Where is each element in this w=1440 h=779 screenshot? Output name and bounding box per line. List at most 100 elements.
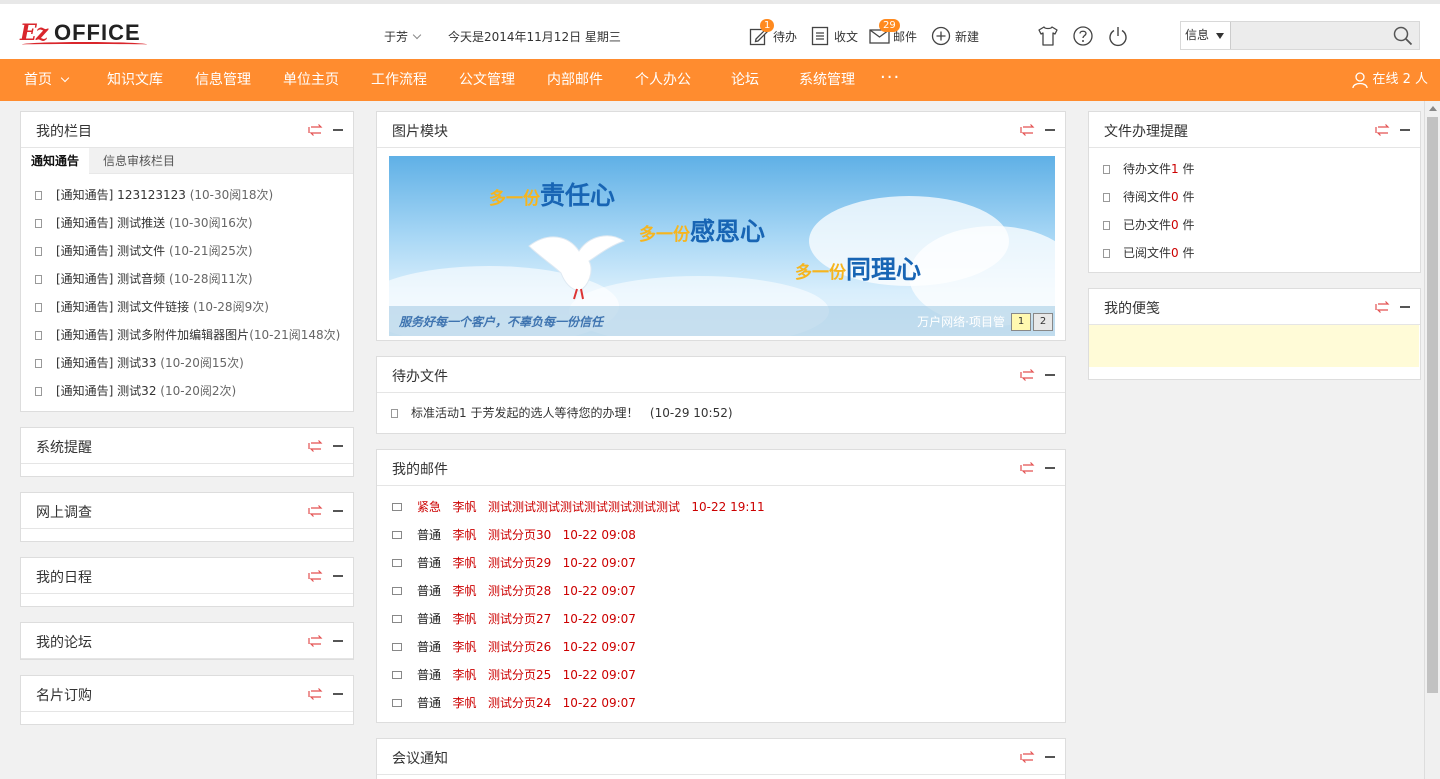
list-item[interactable]: [通知通告] 测试多附件加编辑器图片(10-21阅148次) [21, 321, 353, 349]
banner-big-text: 同理心 [846, 255, 922, 284]
refresh-icon[interactable] [307, 635, 325, 647]
banner-page-2[interactable]: 2 [1033, 313, 1053, 331]
mail-time: 10-22 09:08 [562, 528, 636, 542]
nav-item-home[interactable]: 首页 [24, 59, 70, 101]
mail-time: 10-22 09:07 [562, 556, 636, 570]
minimize-icon[interactable] [333, 640, 343, 642]
nav-more-button[interactable]: ··· [880, 59, 900, 97]
mail-row[interactable]: 普通 李帆 测试分页27 10-22 09:07 [377, 605, 1065, 633]
minimize-icon[interactable] [1400, 306, 1410, 308]
envelope-icon [392, 643, 402, 651]
new-tool-button[interactable]: 新建 [931, 24, 979, 48]
minimize-icon[interactable] [333, 129, 343, 131]
mail-from: 李帆 [452, 668, 477, 682]
mail-row[interactable]: 普通 李帆 测试分页28 10-22 09:07 [377, 577, 1065, 605]
minimize-icon[interactable] [333, 575, 343, 577]
panel-title: 名片订购 [36, 688, 92, 704]
refresh-icon[interactable] [1019, 462, 1037, 474]
minimize-icon[interactable] [1045, 129, 1055, 131]
refresh-icon[interactable] [307, 124, 325, 136]
reminder-count: 0 [1171, 246, 1179, 260]
refresh-icon[interactable] [1019, 751, 1037, 763]
list-item[interactable]: 待办文件1 件 [1089, 155, 1420, 183]
nav-item-personal[interactable]: 个人办公 [635, 59, 691, 101]
nav-item-workflow[interactable]: 工作流程 [371, 59, 427, 101]
minimize-icon[interactable] [1045, 756, 1055, 758]
list-item[interactable]: [通知通告] 测试文件 (10-21阅25次) [21, 237, 353, 265]
nav-item-documents[interactable]: 公文管理 [459, 59, 515, 101]
list-item[interactable]: [通知通告] 测试文件链接 (10-28阅9次) [21, 293, 353, 321]
mail-row[interactable]: 普通 李帆 测试分页30 10-22 09:08 [377, 521, 1065, 549]
user-menu[interactable]: 于芳 [384, 28, 422, 45]
scrollbar-thumb[interactable] [1427, 117, 1438, 693]
minimize-icon[interactable] [1045, 467, 1055, 469]
refresh-icon[interactable] [1374, 124, 1392, 136]
nav-item-info[interactable]: 信息管理 [195, 59, 251, 101]
panel-title: 系统提醒 [36, 440, 92, 456]
document-icon [35, 219, 42, 228]
todo-text: 标准活动1 于芳发起的选人等待您的办理！ [411, 406, 639, 420]
note-area[interactable] [1089, 325, 1419, 367]
refresh-icon[interactable] [307, 440, 325, 452]
search-scope-select[interactable]: 信息 [1181, 22, 1231, 49]
minimize-icon[interactable] [333, 693, 343, 695]
list-item[interactable]: [通知通告] 测试推送 (10-30阅16次) [21, 209, 353, 237]
minimize-icon[interactable] [333, 510, 343, 512]
mail-row[interactable]: 普通 李帆 测试分页26 10-22 09:07 [377, 633, 1065, 661]
list-item[interactable]: [通知通告] 测试32 (10-20阅2次) [21, 377, 353, 405]
refresh-icon[interactable] [1374, 301, 1392, 313]
mail-tool-button[interactable]: 29 邮件 [869, 19, 917, 48]
mail-level: 紧急 [417, 500, 442, 514]
refresh-icon[interactable] [1019, 369, 1037, 381]
todo-tool-button[interactable]: 1 待办 [749, 19, 797, 48]
system-reminder-panel: 系统提醒 [20, 427, 354, 477]
nav-item-internal-mail[interactable]: 内部邮件 [547, 59, 603, 101]
refresh-icon[interactable] [1019, 124, 1037, 136]
ezoffice-logo[interactable]: Ez OFFICE [20, 18, 155, 48]
panel-header: 我的栏目 [21, 112, 353, 148]
notice-meta: (10-20阅2次) [160, 384, 237, 398]
power-icon[interactable] [1107, 25, 1129, 47]
mail-row[interactable]: 普通 李帆 测试分页25 10-22 09:07 [377, 661, 1065, 689]
list-item[interactable]: [通知通告] 测试33 (10-20阅15次) [21, 349, 353, 377]
mail-row[interactable]: 普通 李帆 测试分页29 10-22 09:07 [377, 549, 1065, 577]
refresh-icon[interactable] [307, 688, 325, 700]
list-item[interactable]: [通知通告] 123123123 (10-30阅18次) [21, 181, 353, 209]
online-users[interactable]: 在线 2 人 [1351, 59, 1428, 101]
tab-info-review[interactable]: 信息审核栏目 [93, 148, 185, 174]
scroll-up-icon[interactable] [1429, 106, 1437, 111]
panel-title: 我的日程 [36, 570, 92, 586]
nav-item-forum[interactable]: 论坛 [731, 59, 759, 101]
mail-time: 10-22 09:07 [562, 668, 636, 682]
banner-page-1[interactable]: 1 [1011, 313, 1031, 331]
notice-list: [通知通告] 123123123 (10-30阅18次) [通知通告] 测试推送… [21, 174, 353, 405]
list-item[interactable]: 已阅文件0 件 [1089, 239, 1420, 267]
refresh-icon[interactable] [307, 505, 325, 517]
page-scrollbar[interactable] [1424, 101, 1440, 779]
search-icon[interactable] [1393, 26, 1413, 46]
receive-doc-tool-button[interactable]: 收文 [810, 24, 858, 48]
help-icon[interactable] [1072, 25, 1094, 47]
list-item[interactable]: 已办文件0 件 [1089, 211, 1420, 239]
refresh-icon[interactable] [307, 570, 325, 582]
minimize-icon[interactable] [1045, 374, 1055, 376]
plus-circle-icon [931, 26, 951, 46]
nav-item-knowledge[interactable]: 知识文库 [107, 59, 163, 101]
my-columns-panel: 我的栏目 通知通告 信息审核栏目 [通知通告] 123123123 (10-30… [20, 111, 354, 412]
list-item[interactable]: 待阅文件0 件 [1089, 183, 1420, 211]
search-input[interactable] [1233, 22, 1383, 49]
nav-item-unit-home[interactable]: 单位主页 [283, 59, 339, 101]
mail-icon: 29 [869, 19, 900, 46]
list-item[interactable]: [通知通告] 测试音频 (10-28阅11次) [21, 265, 353, 293]
new-tool-label: 新建 [955, 29, 980, 44]
nav-item-system[interactable]: 系统管理 [799, 59, 855, 101]
list-item[interactable]: 标准活动1 于芳发起的选人等待您的办理！ (10-29 10:52) [377, 399, 1065, 427]
mail-row[interactable]: 紧急 李帆 测试测试测试测试测试测试测试测试 10-22 19:11 [377, 493, 1065, 521]
minimize-icon[interactable] [1400, 129, 1410, 131]
banner-image[interactable]: 多一份责任心 多一份感恩心 多一份同理心 服务好每一个客户，不辜负每一份信任 万… [389, 156, 1055, 336]
mail-row[interactable]: 普通 李帆 测试分页24 10-22 09:07 [377, 689, 1065, 717]
minimize-icon[interactable] [333, 445, 343, 447]
tab-notices[interactable]: 通知通告 [21, 148, 90, 174]
reminder-unit: 件 [1182, 162, 1195, 176]
tshirt-icon[interactable] [1037, 25, 1059, 47]
